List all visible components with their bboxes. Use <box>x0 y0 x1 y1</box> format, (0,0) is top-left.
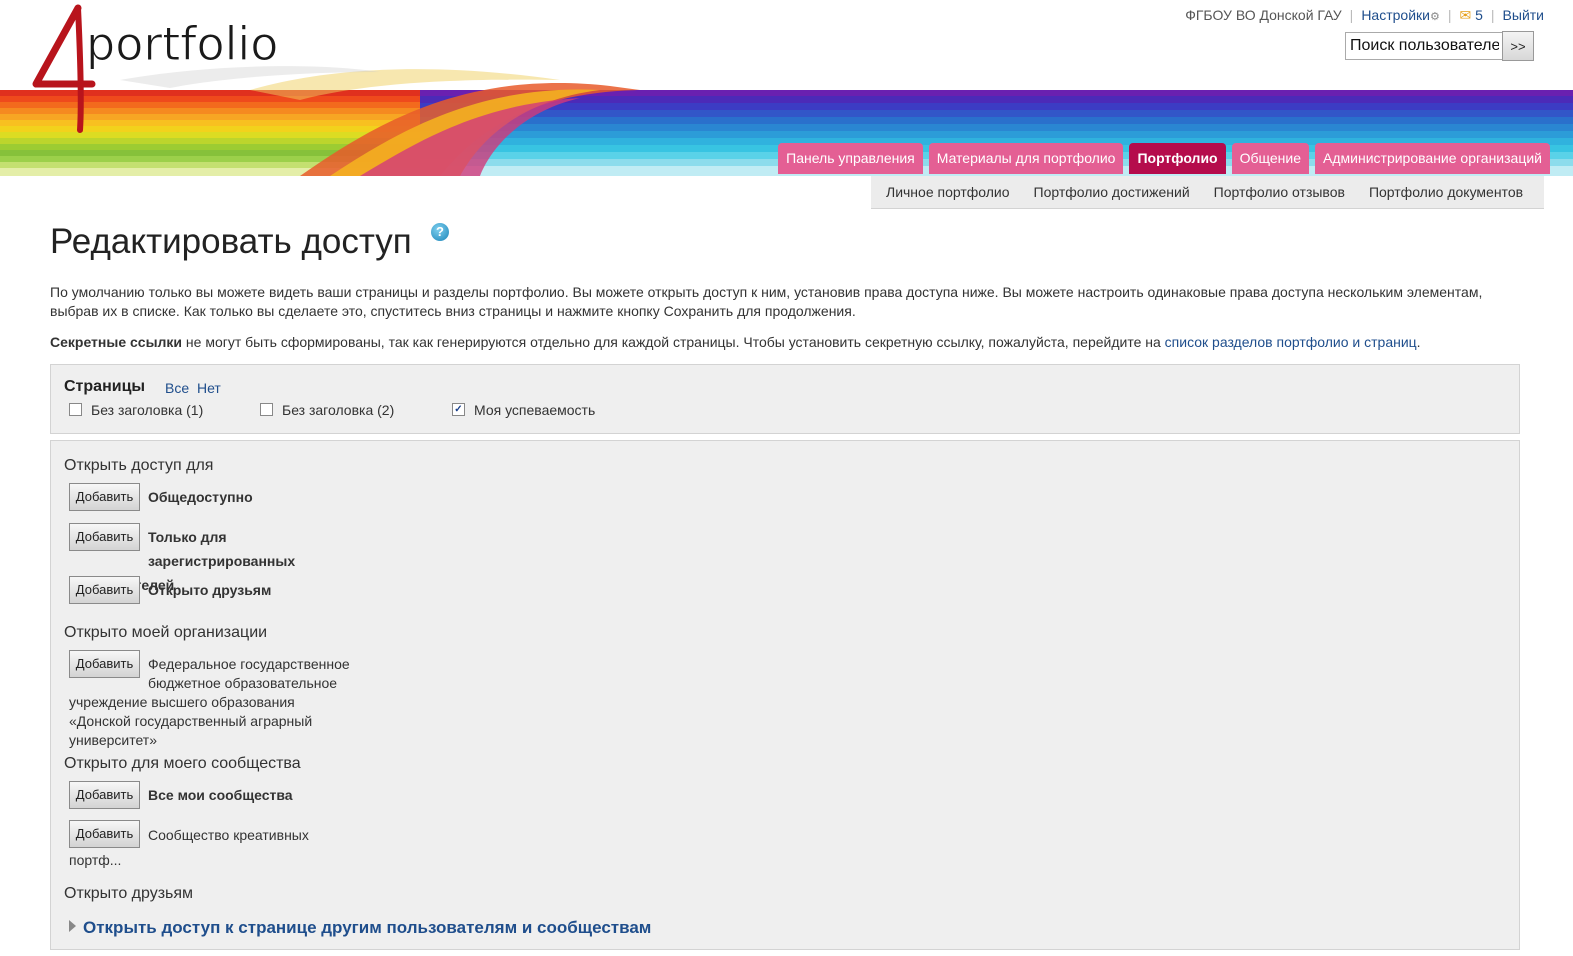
top-links: ФГБОУ ВО Донской ГАУ | Настройки⚙ | ✉ 5 | Выйт… <box>1185 7 1544 23</box>
page-label: Без заголовка (1) <box>91 402 204 418</box>
access-option-friends: Добавить Открыто друзьям <box>69 576 369 604</box>
institution-label: ФГБОУ ВО Донской ГАУ <box>1185 7 1342 23</box>
access-option-community: Добавить Сообщество креативных портф... <box>69 820 319 873</box>
access-option-all-communities: Добавить Все мои сообщества <box>69 781 369 809</box>
tab-materials[interactable]: Материалы для портфолио <box>928 143 1124 174</box>
access-panel: Открыть доступ для Добавить Общедоступно … <box>50 440 1520 950</box>
expand-label[interactable]: Открыть доступ к странице другим пользов… <box>83 918 651 937</box>
messages-count[interactable]: 5 <box>1475 7 1483 23</box>
portfolio-logo[interactable]: portfolio <box>30 0 300 140</box>
svg-text:portfolio: portfolio <box>86 17 278 71</box>
secret-links-note: Секретные ссылки не могут быть сформиров… <box>50 334 1421 350</box>
page-item[interactable]: Без заголовка (2) <box>260 402 394 418</box>
page-item[interactable]: ✓ Моя успеваемость <box>452 402 595 418</box>
section-my-community: Открыто для моего сообщества <box>64 755 301 772</box>
page-item[interactable]: Без заголовка (1) <box>69 402 203 418</box>
tab-dashboard[interactable]: Панель управления <box>778 143 923 174</box>
add-button[interactable]: Добавить <box>69 483 140 511</box>
secret-links-end: . <box>1416 334 1421 350</box>
add-button[interactable]: Добавить <box>69 820 140 848</box>
portfolio-list-link[interactable]: список разделов портфолио и страниц <box>1165 334 1417 350</box>
option-label: Общедоступно <box>148 489 253 505</box>
section-friends: Открыто друзьям <box>64 885 194 902</box>
settings-link[interactable]: Настройки <box>1361 7 1430 23</box>
page-label: Без заголовка (2) <box>282 402 395 418</box>
intro-text: По умолчанию только вы можете видеть ваш… <box>50 284 1483 319</box>
select-all-link[interactable]: Все <box>165 380 189 396</box>
subtab-personal[interactable]: Личное портфолио <box>871 184 1022 200</box>
logout-link[interactable]: Выйти <box>1503 7 1544 23</box>
select-none-link[interactable]: Нет <box>197 380 221 396</box>
pages-heading: Страницы <box>64 378 146 395</box>
settings-icon[interactable]: ⚙ <box>1430 11 1440 23</box>
page-checkbox[interactable] <box>260 403 273 416</box>
page-checkbox-checked[interactable]: ✓ <box>452 403 465 416</box>
user-search: >> <box>1345 31 1534 61</box>
subtab-documents[interactable]: Портфолио документов <box>1357 184 1535 200</box>
section-share-for: Открыть доступ для <box>64 457 214 474</box>
search-button[interactable]: >> <box>1502 31 1534 61</box>
search-input[interactable] <box>1345 32 1503 60</box>
messages-icon[interactable]: ✉ <box>1459 7 1471 23</box>
option-label: Все мои сообщества <box>148 787 293 803</box>
tab-portfolio[interactable]: Портфолио <box>1129 143 1226 174</box>
expand-share-others[interactable]: Открыть доступ к странице другим пользов… <box>69 918 651 938</box>
page-label: Моя успеваемость <box>474 402 596 418</box>
page-title: Редактировать доступ <box>50 222 412 261</box>
secret-links-text: не могут быть сформированы, так как гене… <box>182 334 1165 350</box>
sub-navigation: Личное портфолио Портфолио достижений По… <box>871 176 1544 209</box>
option-label: Открыто друзьям <box>148 582 272 598</box>
section-my-org: Открыто моей организации <box>64 624 268 641</box>
subtab-achievements[interactable]: Портфолио достижений <box>1022 184 1202 200</box>
secret-links-label: Секретные ссылки <box>50 334 183 350</box>
help-icon[interactable]: ? <box>431 223 449 241</box>
header: portfolio ФГБОУ ВО Донской ГАУ | Настройки… <box>0 0 1573 176</box>
page-checkbox[interactable] <box>69 403 82 416</box>
add-button[interactable]: Добавить <box>69 650 140 678</box>
expand-arrow-icon[interactable] <box>69 920 76 932</box>
add-button[interactable]: Добавить <box>69 576 140 604</box>
tab-communication[interactable]: Общение <box>1231 143 1310 174</box>
pages-panel: Страницы Все Нет Без заголовка (1) Без з… <box>50 364 1520 434</box>
add-button[interactable]: Добавить <box>69 781 140 809</box>
access-option-public: Добавить Общедоступно <box>69 483 369 511</box>
tab-org-admin[interactable]: Администрирование организаций <box>1315 143 1550 174</box>
subtab-reviews[interactable]: Портфолио отзывов <box>1202 184 1357 200</box>
access-option-org: Добавить Федеральное государственное бюдж… <box>69 650 359 750</box>
main-tabs: Панель управления Материалы для портфоли… <box>778 143 1550 174</box>
add-button[interactable]: Добавить <box>69 523 140 551</box>
